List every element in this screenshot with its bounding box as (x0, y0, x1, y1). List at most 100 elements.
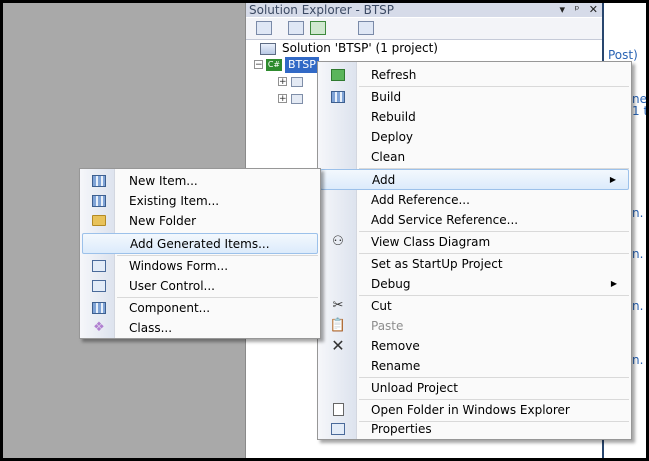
submenu-arrow-icon: ▶ (609, 175, 616, 184)
class-icon: ❖ (93, 320, 105, 335)
right-pane-text: Post) (608, 48, 638, 62)
menu-item-rebuild[interactable]: Rebuild (320, 107, 629, 127)
menu-item-label: Add (372, 173, 396, 187)
submenu-item-user-control[interactable]: User Control... (82, 276, 318, 296)
tree-child-node[interactable]: + (278, 90, 303, 106)
menu-item-label: Deploy (371, 130, 414, 144)
screenshot-frame: Solution Explorer - BTSP ▾ ᵖ ✕ Solution … (3, 3, 646, 458)
remove-x-icon: ✕ (331, 336, 345, 355)
menu-item-add-reference[interactable]: Add Reference... (320, 190, 629, 210)
menu-item-label: Debug (371, 277, 411, 291)
close-icon[interactable]: ✕ (589, 3, 598, 16)
menu-item-label: Set as StartUp Project (371, 257, 503, 271)
menu-item-label: Refresh (371, 68, 417, 82)
menu-item-open-folder[interactable]: Open Folder in Windows Explorer (320, 400, 629, 420)
menu-item-label: Build (371, 90, 402, 104)
properties-icon (329, 421, 347, 437)
menu-item-label: Existing Item... (129, 194, 220, 208)
menu-item-label: Component... (129, 301, 211, 315)
menu-item-build[interactable]: Build (320, 87, 629, 107)
menu-item-label: Add Reference... (371, 193, 470, 207)
right-pane-text: 1 t (632, 104, 646, 118)
solution-explorer-title-bar: Solution Explorer - BTSP ▾ ᵖ ✕ (246, 3, 602, 17)
menu-item-label: Rename (371, 359, 421, 373)
menu-item-label: Rebuild (371, 110, 416, 124)
expand-icon[interactable]: + (278, 77, 287, 87)
paste-icon: 📋 (329, 318, 347, 333)
menu-item-label: Add Service Reference... (371, 213, 519, 227)
expand-icon[interactable]: + (278, 94, 287, 104)
menu-item-paste: 📋 Paste (320, 316, 629, 336)
folder-icon (90, 213, 108, 229)
user-control-icon (90, 278, 108, 294)
tree-solution-node[interactable]: Solution 'BTSP' (1 project) (260, 40, 438, 56)
right-pane-text: n. (632, 247, 644, 261)
menu-item-label: New Item... (129, 174, 198, 188)
menu-item-label: Windows Form... (129, 259, 229, 273)
menu-item-label: Remove (371, 339, 420, 353)
solution-icon (260, 42, 276, 55)
menu-item-label: View Class Diagram (371, 235, 491, 249)
menu-item-label: Clean (371, 150, 406, 164)
submenu-item-class[interactable]: ❖ Class... (82, 318, 318, 338)
class-diagram-toolbar-icon[interactable] (358, 21, 374, 35)
pin-icon[interactable]: ᵖ (575, 3, 580, 16)
scissors-icon: ✂ (332, 298, 344, 313)
menu-item-label: Cut (371, 299, 392, 313)
tree-child-node[interactable]: + (278, 73, 303, 89)
menu-item-properties[interactable]: Properties (320, 419, 629, 439)
refresh-icon (329, 67, 347, 83)
menu-item-clean[interactable]: Clean (320, 147, 629, 167)
menu-item-label: New Folder (129, 214, 197, 228)
menu-item-remove[interactable]: ✕ Remove (320, 336, 629, 356)
windows-form-icon (90, 258, 108, 274)
new-item-icon (90, 173, 108, 189)
dropdown-icon[interactable]: ▾ (560, 3, 566, 16)
submenu-item-new-item[interactable]: New Item... (82, 171, 318, 191)
menu-item-cut[interactable]: ✂ Cut (320, 296, 629, 316)
menu-item-view-class-diagram[interactable]: ⚇ View Class Diagram (320, 232, 629, 252)
submenu-item-new-folder[interactable]: New Folder (82, 211, 318, 231)
menu-item-rename[interactable]: Rename (320, 356, 629, 376)
menu-item-add[interactable]: Add ▶ (320, 169, 629, 190)
menu-item-label: Add Generated Items... (130, 237, 270, 251)
refresh-toolbar-icon[interactable] (310, 21, 326, 35)
open-folder-icon (329, 402, 347, 418)
add-submenu: New Item... Existing Item... New Folder … (79, 168, 321, 339)
folder-node-icon (290, 93, 303, 104)
tree-project-node[interactable]: − C# BTSP (254, 56, 319, 73)
build-icon (329, 89, 347, 105)
csharp-project-icon: C# (266, 58, 282, 71)
references-icon (290, 76, 303, 87)
class-diagram-icon: ⚇ (332, 234, 344, 249)
menu-item-label: Unload Project (371, 381, 458, 395)
solution-explorer-title: Solution Explorer - BTSP (249, 3, 395, 17)
menu-item-debug[interactable]: Debug ▶ (320, 274, 629, 294)
menu-item-unload-project[interactable]: Unload Project (320, 378, 629, 398)
right-pane-text: n. (632, 353, 644, 367)
menu-item-label: Paste (371, 319, 404, 333)
right-pane-text: n. (632, 299, 644, 313)
submenu-item-windows-form[interactable]: Windows Form... (82, 256, 318, 276)
solution-explorer-toolbar (246, 18, 602, 40)
menu-item-label: Class... (129, 321, 173, 335)
existing-item-icon (90, 193, 108, 209)
submenu-item-component[interactable]: Component... (82, 298, 318, 318)
submenu-item-existing-item[interactable]: Existing Item... (82, 191, 318, 211)
menu-item-refresh[interactable]: Refresh (320, 65, 629, 85)
menu-item-add-service-reference[interactable]: Add Service Reference... (320, 210, 629, 230)
menu-item-label: Properties (371, 422, 432, 436)
solution-label: Solution 'BTSP' (1 project) (282, 41, 438, 55)
submenu-item-add-generated-items[interactable]: Add Generated Items... (82, 233, 318, 254)
collapse-icon[interactable]: − (254, 60, 263, 70)
right-pane-text: n. (632, 206, 644, 220)
menu-item-deploy[interactable]: Deploy (320, 127, 629, 147)
show-all-files-icon[interactable] (288, 21, 304, 35)
menu-item-set-startup[interactable]: Set as StartUp Project (320, 254, 629, 274)
submenu-arrow-icon: ▶ (610, 279, 617, 288)
title-buttons: ▾ ᵖ ✕ (554, 3, 598, 17)
menu-item-label: User Control... (129, 279, 215, 293)
properties-toolbar-icon[interactable] (256, 21, 272, 35)
menu-item-label: Open Folder in Windows Explorer (371, 403, 570, 417)
project-label: BTSP (285, 57, 319, 73)
